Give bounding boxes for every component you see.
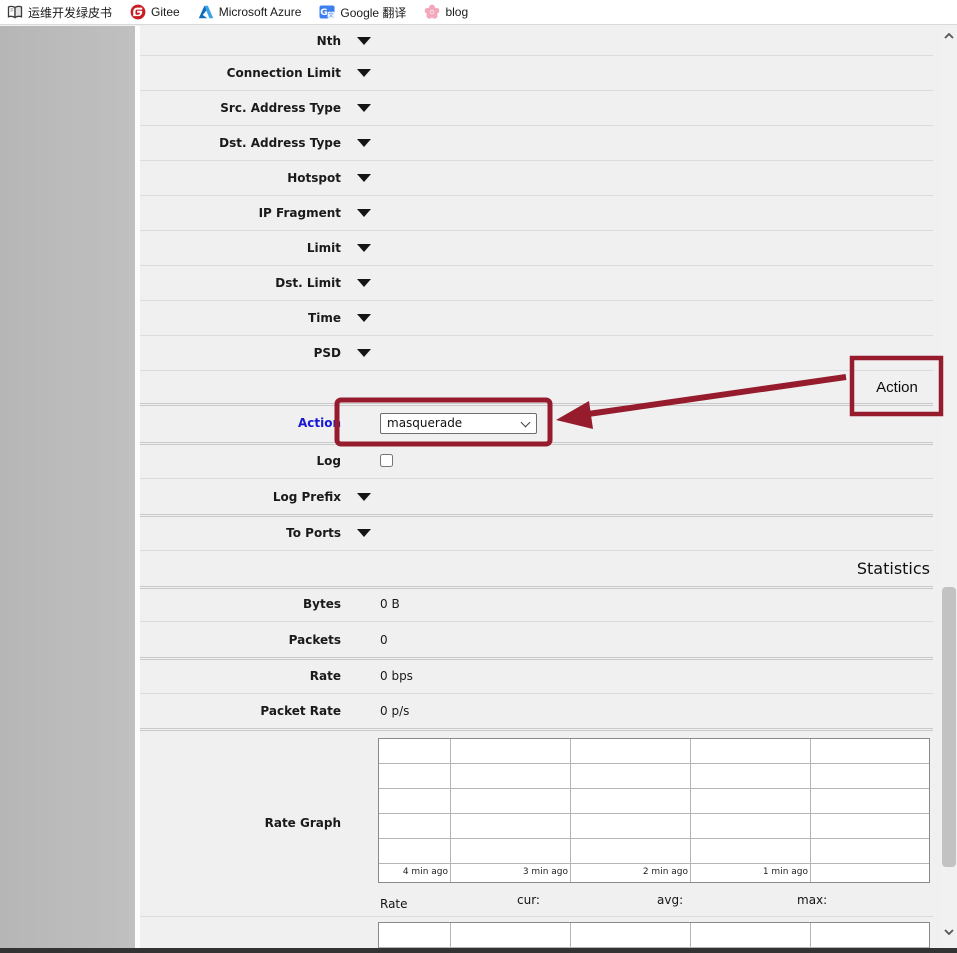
bytes-label: Bytes	[140, 597, 341, 611]
row-src-address-type: Src. Address Type	[140, 91, 933, 126]
legend-max: max:	[797, 893, 827, 907]
field-label: Connection Limit	[140, 66, 341, 80]
rate-graph-label: Rate Graph	[140, 816, 341, 830]
expand-triangle-icon[interactable]	[357, 209, 371, 217]
to-ports-label: To Ports	[140, 526, 341, 540]
field-label: IP Fragment	[140, 206, 341, 220]
field-label: Limit	[140, 241, 341, 255]
rate-graph-grid: 4 min ago 3 min ago 2 min ago 1 min ago	[378, 738, 930, 883]
bytes-value: 0 B	[380, 597, 400, 611]
row-dst-limit: Dst. Limit	[140, 266, 933, 301]
expand-triangle-icon[interactable]	[357, 174, 371, 182]
expand-triangle-icon[interactable]	[357, 104, 371, 112]
second-graph-grid	[378, 922, 930, 948]
expand-triangle-icon[interactable]	[357, 314, 371, 322]
row-log-prefix: Log Prefix	[140, 479, 933, 515]
bookmarks-bar: 运维开发绿皮书 Gitee Microsoft Azure G 文	[0, 0, 957, 25]
open-book-icon	[7, 4, 23, 20]
row-connection-limit: Connection Limit	[140, 56, 933, 91]
packets-label: Packets	[140, 633, 341, 647]
action-select[interactable]: masquerade	[380, 413, 537, 434]
row-spacer	[140, 371, 933, 404]
window-bottom-edge	[0, 948, 957, 953]
statistics-heading: Statistics	[140, 551, 933, 587]
expand-triangle-icon[interactable]	[357, 37, 371, 45]
x-axis-tick: 3 min ago	[451, 864, 571, 882]
bookmark-label: Microsoft Azure	[219, 5, 302, 19]
google-translate-icon: G 文	[319, 4, 335, 20]
field-label: Nth	[140, 34, 341, 48]
left-gray-panel	[0, 26, 135, 948]
webfig-form: Nth Connection Limit Src. Address Type D…	[140, 26, 933, 948]
bookmark-label: 运维开发绿皮书	[28, 4, 112, 21]
row-rate: Rate 0 bps	[140, 658, 933, 694]
legend-cur: cur:	[517, 893, 540, 907]
rate-value: 0 bps	[380, 669, 413, 683]
browser-scrollbar[interactable]	[941, 26, 957, 948]
scroll-up-icon[interactable]	[941, 28, 957, 44]
rate-graph-x-axis: 4 min ago 3 min ago 2 min ago 1 min ago	[379, 864, 929, 882]
row-limit: Limit	[140, 231, 933, 266]
expand-triangle-icon[interactable]	[357, 244, 371, 252]
svg-text:文: 文	[329, 11, 335, 19]
packets-value: 0	[380, 633, 388, 647]
x-axis-tick: 4 min ago	[379, 864, 451, 882]
row-packets: Packets 0	[140, 622, 933, 658]
expand-triangle-icon[interactable]	[357, 139, 371, 147]
rate-label: Rate	[140, 669, 341, 683]
field-label: Dst. Limit	[140, 276, 341, 290]
rate-graph-legend: Rate cur: avg: max:	[378, 892, 930, 912]
field-label: Dst. Address Type	[140, 136, 341, 150]
sakura-flower-icon	[424, 4, 440, 20]
row-to-ports: To Ports	[140, 515, 933, 551]
legend-series: Rate	[380, 897, 408, 911]
expand-triangle-icon[interactable]	[357, 493, 371, 501]
bookmark-blog[interactable]: blog	[424, 4, 468, 20]
x-axis-tick: 2 min ago	[571, 864, 691, 882]
expand-triangle-icon[interactable]	[357, 279, 371, 287]
field-label: Src. Address Type	[140, 101, 341, 115]
expand-triangle-icon[interactable]	[357, 69, 371, 77]
log-label: Log	[140, 454, 341, 468]
row-ip-fragment: IP Fragment	[140, 196, 933, 231]
row-second-graph	[140, 917, 933, 948]
legend-avg: avg:	[657, 893, 683, 907]
row-rate-graph: Rate Graph 4 min ago 3 min ago 2 min ago…	[140, 729, 933, 917]
scrollbar-thumb[interactable]	[942, 587, 956, 867]
expand-triangle-icon[interactable]	[357, 349, 371, 357]
azure-logo-icon	[198, 4, 214, 20]
log-checkbox[interactable]	[380, 454, 393, 467]
row-packet-rate: Packet Rate 0 p/s	[140, 694, 933, 729]
field-label: Hotspot	[140, 171, 341, 185]
gitee-logo-icon	[130, 4, 146, 20]
bookmark-label: Google 翻译	[340, 4, 406, 21]
log-prefix-label: Log Prefix	[140, 490, 341, 504]
x-axis-tick: 1 min ago	[691, 864, 811, 882]
packet-rate-label: Packet Rate	[140, 704, 341, 718]
bookmark-azure[interactable]: Microsoft Azure	[198, 4, 302, 20]
field-label: PSD	[140, 346, 341, 360]
bookmark-google-translate[interactable]: G 文 Google 翻译	[319, 4, 406, 21]
row-action: Action masquerade	[140, 404, 933, 443]
row-bytes: Bytes 0 B	[140, 587, 933, 622]
row-psd: PSD	[140, 336, 933, 371]
action-select-wrap: masquerade	[380, 413, 537, 434]
row-nth: Nth	[140, 26, 933, 56]
expand-triangle-icon[interactable]	[357, 529, 371, 537]
bookmark-label: blog	[445, 5, 468, 19]
row-time: Time	[140, 301, 933, 336]
packet-rate-value: 0 p/s	[380, 704, 409, 718]
row-hotspot: Hotspot	[140, 161, 933, 196]
bookmark-gitee[interactable]: Gitee	[130, 4, 180, 20]
bookmark-label: Gitee	[151, 5, 180, 19]
bookmark-greenbook[interactable]: 运维开发绿皮书	[7, 4, 112, 21]
row-log: Log	[140, 443, 933, 479]
row-dst-address-type: Dst. Address Type	[140, 126, 933, 161]
svg-text:G: G	[321, 8, 328, 18]
scroll-down-icon[interactable]	[941, 924, 957, 940]
field-label: Time	[140, 311, 341, 325]
action-label: Action	[140, 416, 341, 430]
